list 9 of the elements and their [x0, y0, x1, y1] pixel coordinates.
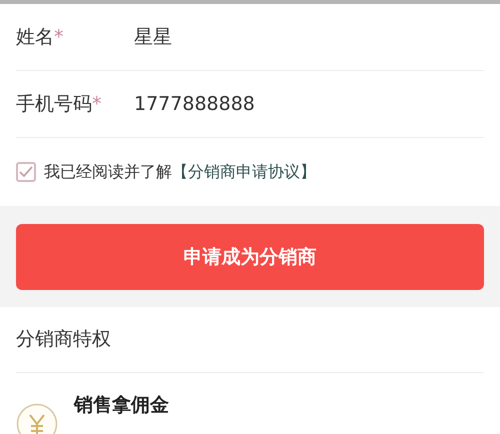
field-label: 姓名* — [16, 24, 64, 50]
field-label: 手机号码* — [16, 92, 102, 117]
input-field[interactable]: 1777888888 — [134, 90, 484, 118]
checkbox[interactable] — [16, 162, 36, 182]
agreement-text: 我已经阅读并了解 — [44, 161, 172, 183]
input-field[interactable]: 星星 — [134, 22, 484, 52]
agreement-link[interactable]: 【分销商申请协议】 — [172, 160, 316, 184]
privilege-title: 销售拿佣金 — [74, 393, 169, 418]
section-title: 分销商特权 — [16, 327, 111, 352]
